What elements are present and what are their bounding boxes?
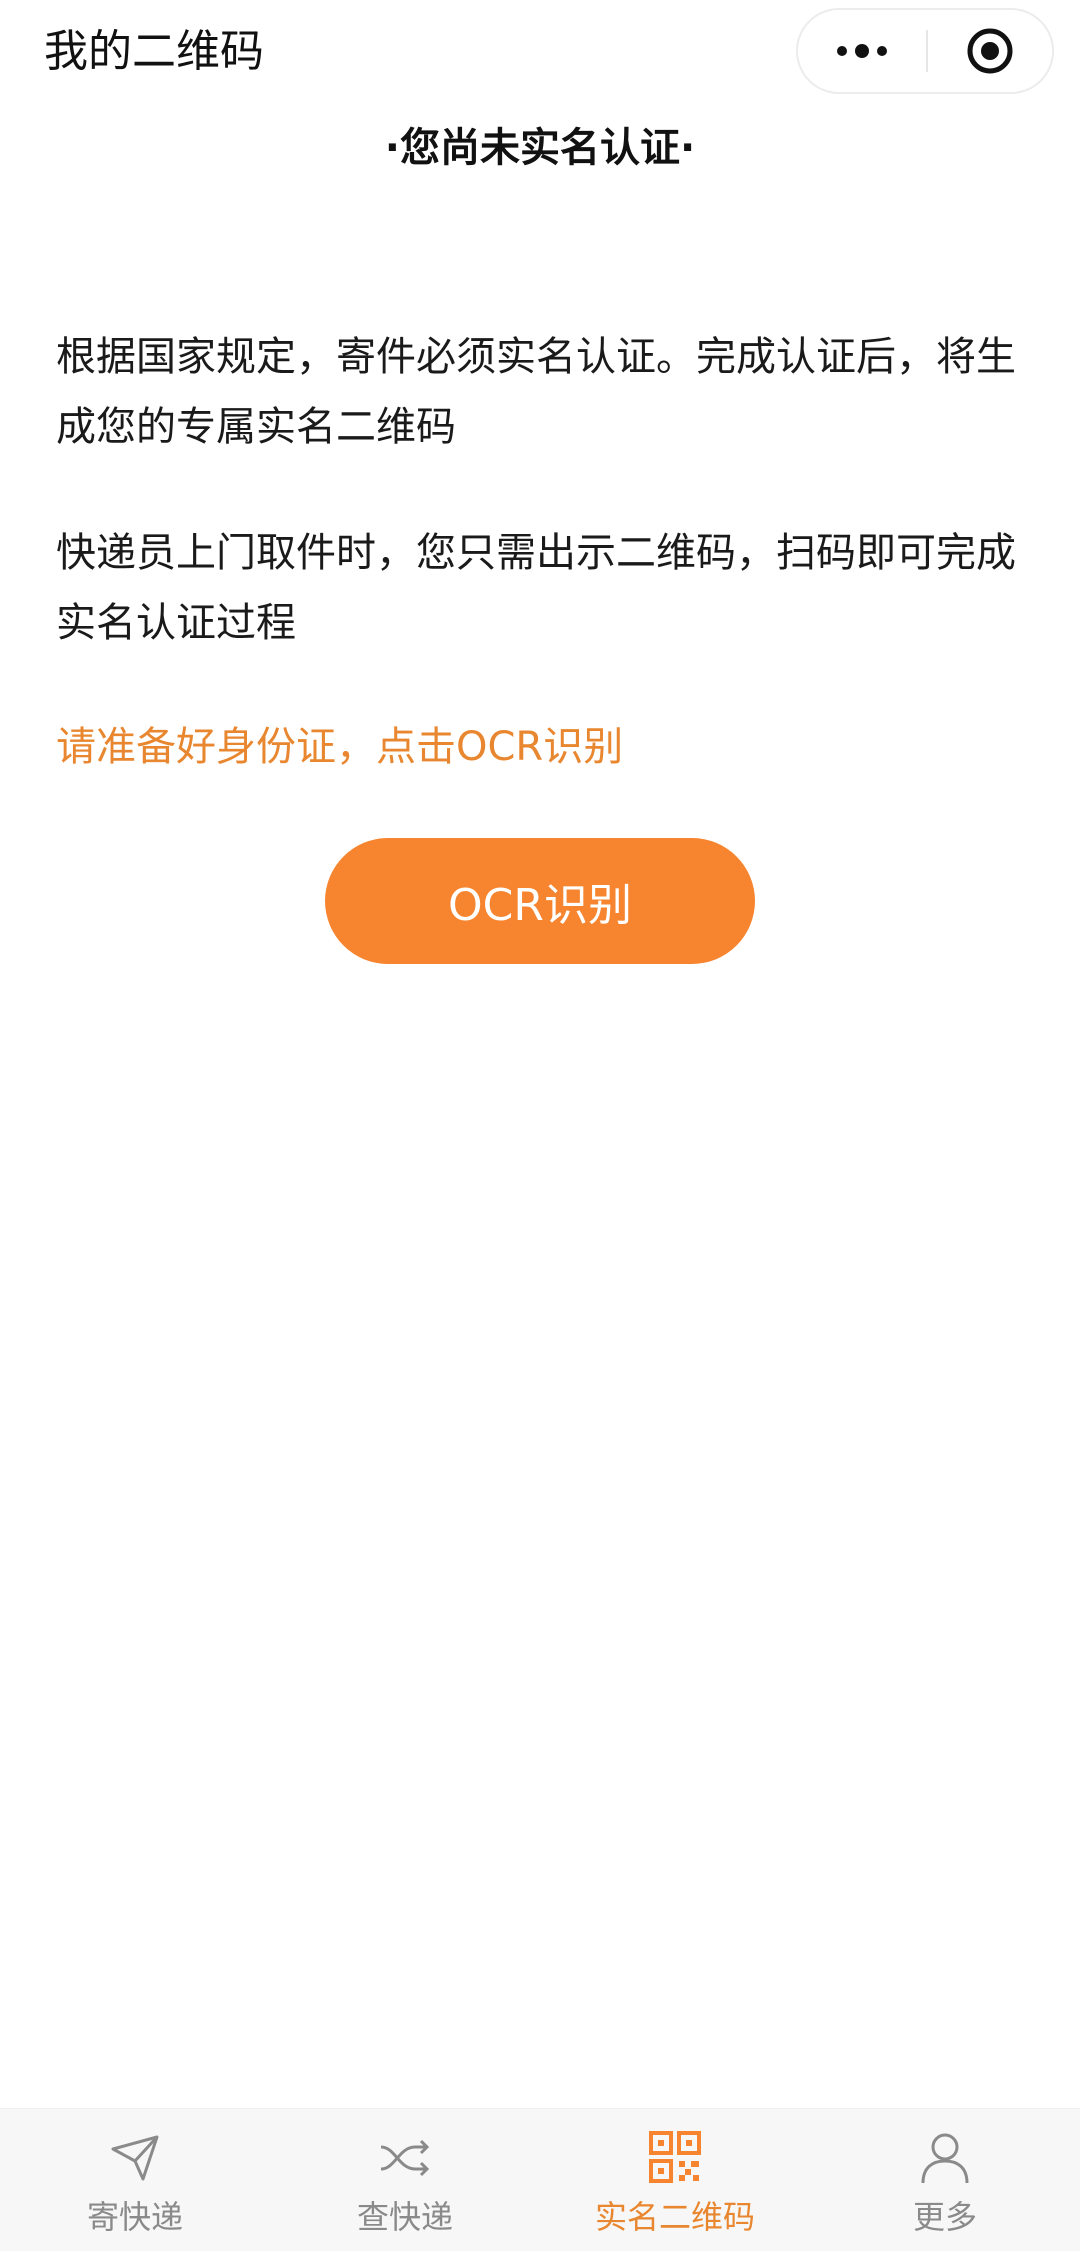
header: 我的二维码 bbox=[0, 0, 1080, 110]
user-icon bbox=[915, 2127, 975, 2187]
page-title: 我的二维码 bbox=[44, 26, 264, 77]
target-circle-icon bbox=[967, 28, 1013, 74]
tab-label: 查快递 bbox=[356, 2198, 453, 2236]
more-dots-icon bbox=[837, 44, 887, 58]
shuffle-icon bbox=[375, 2127, 435, 2187]
notice-paragraph-2: 快递员上门取件时，您只需出示二维码，扫码即可完成实名认证过程 bbox=[56, 530, 1016, 646]
tab-bar: 寄快递 查快递 实名二维码 更多 bbox=[0, 2108, 1080, 2251]
ocr-button-label: OCR识别 bbox=[448, 880, 632, 931]
close-button[interactable] bbox=[928, 10, 1052, 92]
tab-label: 寄快递 bbox=[86, 2198, 183, 2236]
mini-program-capsule bbox=[796, 8, 1054, 94]
tab-track-express[interactable]: 查快递 bbox=[270, 2109, 540, 2251]
tab-more[interactable]: 更多 bbox=[810, 2109, 1080, 2251]
notice-paragraph-1: 根据国家规定，寄件必须实名认证。完成认证后，将生成您的专属实名二维码 bbox=[56, 334, 1016, 450]
tab-send-express[interactable]: 寄快递 bbox=[0, 2109, 270, 2251]
qr-code-icon bbox=[645, 2127, 705, 2187]
paper-plane-icon bbox=[105, 2127, 165, 2187]
ocr-hint-text: 请准备好身份证，点击OCR识别 bbox=[56, 724, 624, 770]
ocr-button[interactable]: OCR识别 bbox=[325, 838, 755, 964]
tab-label: 实名二维码 bbox=[594, 2198, 755, 2236]
notice-heading: ·您尚未实名认证· bbox=[384, 125, 696, 171]
more-button[interactable] bbox=[798, 10, 926, 92]
tab-label: 更多 bbox=[912, 2198, 977, 2236]
page: 我的二维码 ·您尚未实名认证· 根据国家规定，寄件必须实名认证。完成认证后，将生… bbox=[0, 0, 1080, 2251]
tab-realname-qr[interactable]: 实名二维码 bbox=[540, 2109, 810, 2251]
